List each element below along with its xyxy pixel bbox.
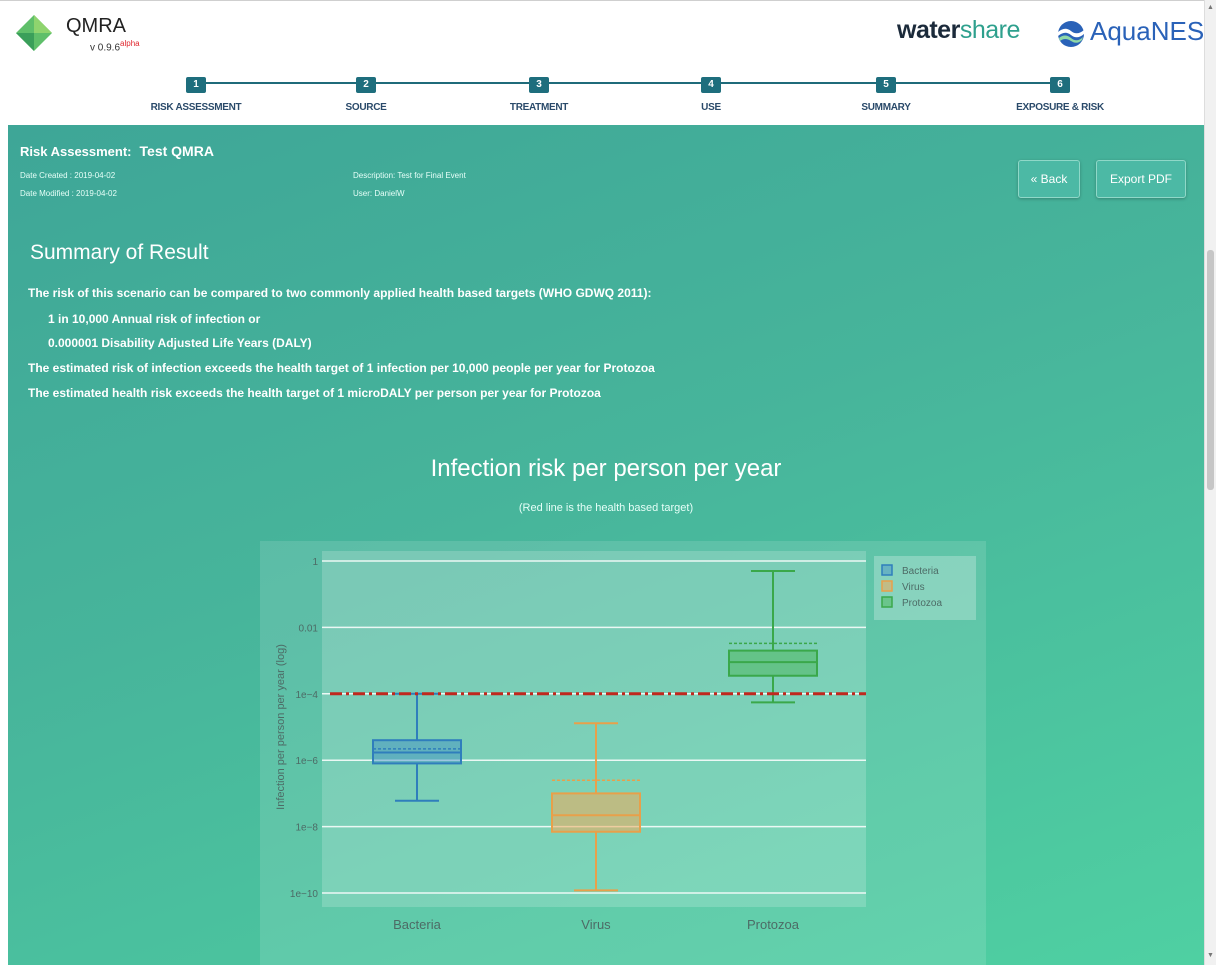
export-pdf-button[interactable]: Export PDF: [1096, 160, 1186, 198]
summary-line: The estimated health risk exceeds the he…: [28, 386, 601, 400]
step-number: 6: [1050, 77, 1070, 93]
legend-label: Bacteria: [902, 566, 939, 577]
main-content: Risk Assessment: Test QMRA Date Created :…: [8, 125, 1204, 965]
step-summary[interactable]: 5 SUMMARY: [796, 74, 976, 113]
summary-line: The risk of this scenario can be compare…: [28, 286, 652, 300]
legend-swatch: [881, 596, 893, 608]
aquanes-logo: AquaNES: [1090, 16, 1204, 46]
summary-line: 0.000001 Disability Adjusted Life Years …: [48, 336, 312, 350]
step-exposure-risk[interactable]: 6 EXPOSURE & RISK: [970, 74, 1150, 113]
app-window: QMRA v 0.9.6alpha watershare AquaNES 1 R…: [0, 0, 1204, 965]
date-modified: Date Modified : 2019-04-02: [20, 189, 117, 198]
step-number: 3: [529, 77, 549, 93]
watershare-logo: watershare: [897, 16, 1020, 44]
version-tag: alpha: [120, 39, 140, 48]
chart-subtitle: (Red line is the health based target): [518, 502, 694, 514]
scrollbar[interactable]: ▲ ▼: [1204, 0, 1216, 965]
header: QMRA v 0.9.6alpha watershare AquaNES 1 R…: [0, 0, 1204, 126]
step-treatment[interactable]: 3 TREATMENT: [449, 74, 629, 113]
app-title: QMRA: [66, 15, 126, 37]
box-iqr: [551, 792, 641, 833]
step-source[interactable]: 2 SOURCE: [276, 74, 456, 113]
y-axis-label: Infection per person per year (log): [275, 644, 287, 810]
step-number: 5: [876, 77, 896, 93]
step-number: 1: [186, 77, 206, 93]
chart-container: 1 0.01 1e−4 1e−6 1e−8 1e−10 Infection per pers…: [260, 541, 986, 965]
assessment-name: Test QMRA: [139, 143, 214, 159]
box-plot-chart: 1 0.01 1e−4 1e−6 1e−8 1e−10 Infection per pers…: [260, 541, 986, 965]
y-tick-label: 0.01: [299, 623, 319, 634]
aquanes-wave-icon: [1058, 21, 1084, 47]
chart-title: Infection risk per person per year: [430, 455, 782, 482]
description: Description: Test for Final Event: [353, 171, 466, 180]
y-tick-label: 1e−4: [295, 690, 318, 701]
scroll-up-arrow-icon[interactable]: ▲: [1207, 4, 1214, 11]
step-label: EXPOSURE & RISK: [1016, 102, 1104, 113]
legend-label: Virus: [902, 582, 925, 593]
scroll-down-arrow-icon[interactable]: ▼: [1207, 952, 1214, 959]
step-number: 4: [701, 77, 721, 93]
legend-swatch: [881, 564, 893, 576]
summary-line: 1 in 10,000 Annual risk of infection or: [48, 312, 261, 326]
legend-label: Protozoa: [902, 598, 942, 609]
summary-line: The estimated risk of infection exceeds …: [28, 361, 655, 375]
legend-swatch: [881, 580, 893, 592]
step-label: SOURCE: [345, 102, 387, 113]
step-risk-assessment[interactable]: 1 RISK ASSESSMENT: [106, 74, 286, 113]
x-tick-label: Bacteria: [393, 917, 441, 932]
step-label: RISK ASSESSMENT: [150, 102, 242, 113]
app-version: v 0.9.6alpha: [90, 39, 140, 54]
scroll-thumb[interactable]: [1207, 250, 1214, 490]
plot-area: [322, 551, 866, 907]
summary-title: Summary of Result: [30, 241, 209, 264]
legend: Bacteria Virus Protozoa: [874, 556, 976, 620]
step-number: 2: [356, 77, 376, 93]
y-tick-label: 1e−6: [295, 756, 318, 767]
step-label: USE: [701, 102, 721, 113]
user: User: DanielW: [353, 189, 405, 198]
step-label: TREATMENT: [509, 102, 569, 113]
y-tick-label: 1e−10: [290, 889, 319, 900]
step-use[interactable]: 4 USE: [621, 74, 801, 113]
date-created: Date Created : 2019-04-02: [20, 171, 116, 180]
y-tick-label: 1: [312, 557, 318, 568]
qmra-logo-icon[interactable]: [14, 13, 54, 53]
step-label: SUMMARY: [861, 102, 911, 113]
x-tick-label: Virus: [581, 917, 611, 932]
box-iqr: [728, 649, 818, 677]
y-tick-label: 1e−8: [295, 823, 318, 834]
x-tick-label: Protozoa: [747, 917, 800, 932]
back-button[interactable]: « Back: [1018, 160, 1080, 198]
risk-assessment-title: Risk Assessment: Test QMRA: [20, 143, 214, 159]
